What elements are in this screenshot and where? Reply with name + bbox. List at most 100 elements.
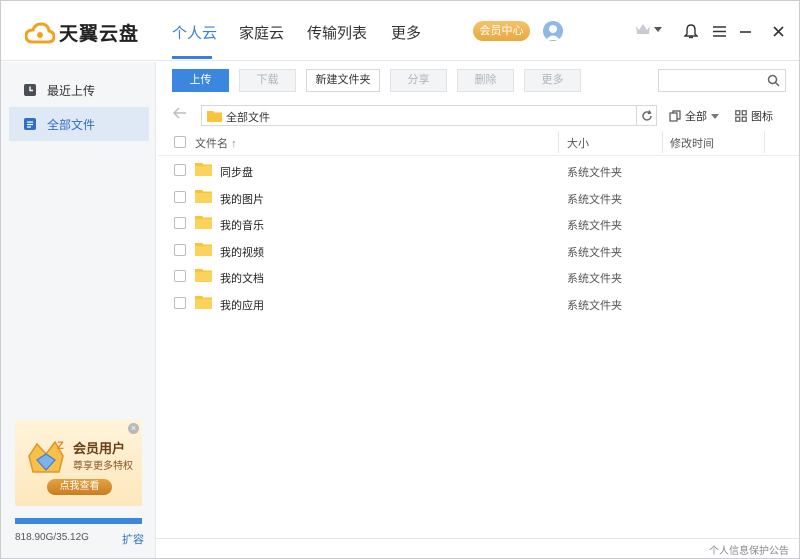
top-bar: 天翼云盘 个人云 家庭云 传输列表 更多 会员中心: [1, 1, 799, 61]
file-name: 同步盘: [220, 167, 253, 179]
file-size: 系统文件夹: [567, 300, 622, 312]
row-checkbox[interactable]: [174, 270, 186, 282]
view-mode-toggle[interactable]: 图标: [735, 108, 773, 124]
cloud-logo-icon: [25, 21, 55, 43]
expand-storage-link[interactable]: 扩容: [122, 531, 144, 547]
clock-icon: [24, 84, 36, 96]
column-header-size[interactable]: 大小: [567, 135, 589, 151]
breadcrumb-current: 全部文件: [226, 112, 270, 124]
file-name: 我的音乐: [220, 220, 264, 232]
tab-transfer-list[interactable]: 传输列表: [307, 22, 367, 43]
vip-level-dropdown[interactable]: [635, 23, 662, 35]
filter-dropdown[interactable]: 全部: [669, 108, 719, 124]
refresh-button[interactable]: [636, 106, 656, 125]
column-divider[interactable]: [764, 131, 765, 153]
table-row[interactable]: 我的视频 系统文件夹: [158, 237, 799, 264]
close-icon[interactable]: ×: [128, 423, 139, 434]
menu-button[interactable]: [711, 23, 727, 39]
bell-icon: [684, 23, 698, 38]
file-size: 系统文件夹: [567, 220, 622, 232]
folder-icon: [195, 190, 212, 203]
avatar[interactable]: [543, 21, 563, 41]
file-size: 系统文件夹: [567, 167, 622, 179]
row-checkbox[interactable]: [174, 191, 186, 203]
file-name: 我的文档: [220, 273, 264, 285]
chevron-down-icon: [654, 26, 662, 32]
promo-view-button[interactable]: 点我查看: [47, 479, 112, 495]
column-divider[interactable]: [662, 131, 663, 153]
row-checkbox[interactable]: [174, 217, 186, 229]
file-size: 系统文件夹: [567, 273, 622, 285]
table-row[interactable]: 我的音乐 系统文件夹: [158, 210, 799, 237]
chevron-down-icon: [711, 113, 719, 119]
table-row[interactable]: 同步盘 系统文件夹: [158, 157, 799, 184]
folder-icon: [195, 243, 212, 256]
notification-button[interactable]: [683, 23, 699, 39]
column-header-modified[interactable]: 修改时间: [670, 135, 714, 151]
table-row[interactable]: 我的图片 系统文件夹: [158, 184, 799, 211]
privacy-notice-link[interactable]: 个人信息保护公告: [709, 542, 789, 557]
more-button[interactable]: 更多: [524, 69, 581, 92]
search-box: [658, 69, 786, 92]
column-divider[interactable]: [558, 131, 559, 153]
storage-usage-text: 818.90G/35.12G: [15, 532, 89, 543]
row-checkbox[interactable]: [174, 164, 186, 176]
sidebar-item-label: 全部文件: [47, 117, 96, 132]
maximize-button[interactable]: [741, 23, 757, 39]
select-all-checkbox[interactable]: [174, 136, 186, 148]
file-name: 我的图片: [220, 194, 264, 206]
folder-icon: [195, 296, 212, 309]
view-label: 图标: [751, 111, 773, 123]
row-checkbox[interactable]: [174, 297, 186, 309]
column-header-name[interactable]: 文件名 ↑: [195, 135, 237, 151]
promo-subtitle: 尊享更多特权: [73, 461, 133, 472]
folder-icon: [195, 269, 212, 282]
storage-progress-bar: [15, 518, 142, 524]
sidebar-item-label: 最近上传: [47, 83, 96, 98]
logo: 天翼云盘: [25, 19, 139, 46]
breadcrumb[interactable]: 全部文件: [201, 105, 657, 126]
app-window: 天翼云盘 个人云 家庭云 传输列表 更多 会员中心 最近上传 全部文件 Z 会员…: [0, 0, 800, 559]
logo-text: 天翼云盘: [59, 24, 140, 45]
sidebar-item-recent-uploads[interactable]: 最近上传: [9, 73, 149, 107]
upload-button[interactable]: 上传: [172, 69, 229, 92]
footer-bar: 个人信息保护公告: [156, 538, 799, 558]
crown-icon: [636, 24, 650, 34]
folder-icon: [195, 216, 212, 229]
file-name: 我的应用: [220, 300, 264, 312]
delete-button[interactable]: 删除: [457, 69, 514, 92]
file-size: 系统文件夹: [567, 194, 622, 206]
back-arrow-icon[interactable]: [173, 107, 187, 119]
close-icon: [772, 25, 784, 37]
file-size: 系统文件夹: [567, 247, 622, 259]
files-icon: [24, 118, 36, 130]
new-folder-button[interactable]: 新建文件夹: [306, 69, 380, 92]
folder-icon: [207, 111, 222, 122]
search-input[interactable]: [659, 70, 764, 91]
file-name: 我的视频: [220, 247, 264, 259]
tab-personal-cloud[interactable]: 个人云: [172, 22, 217, 43]
tab-more[interactable]: 更多: [391, 22, 421, 43]
svg-text:Z: Z: [57, 440, 64, 452]
storage-progress-fill: [15, 518, 142, 524]
vip-promo-banner[interactable]: Z 会员用户 尊享更多特权 点我查看 ×: [15, 420, 142, 506]
table-header: 文件名 ↑ 大小 修改时间: [158, 129, 799, 156]
vip-center-button[interactable]: 会员中心: [473, 21, 530, 41]
download-button[interactable]: 下载: [239, 69, 296, 92]
sidebar-item-all-files[interactable]: 全部文件: [9, 107, 149, 141]
filter-label: 全部: [685, 111, 707, 123]
tab-family-cloud[interactable]: 家庭云: [239, 22, 284, 43]
table-row[interactable]: 我的应用 系统文件夹: [158, 290, 799, 317]
promo-title: 会员用户: [73, 441, 126, 456]
folder-icon: [195, 163, 212, 176]
copy-icon: [669, 110, 681, 122]
search-icon[interactable]: [767, 74, 780, 87]
vip-badge-icon: Z: [28, 440, 64, 473]
table-row[interactable]: 我的文档 系统文件夹: [158, 263, 799, 290]
share-button[interactable]: 分享: [390, 69, 447, 92]
active-tab-indicator: [172, 56, 212, 59]
row-checkbox[interactable]: [174, 244, 186, 256]
menu-icon: [712, 25, 726, 37]
close-button[interactable]: [770, 23, 786, 39]
refresh-icon: [641, 109, 652, 121]
